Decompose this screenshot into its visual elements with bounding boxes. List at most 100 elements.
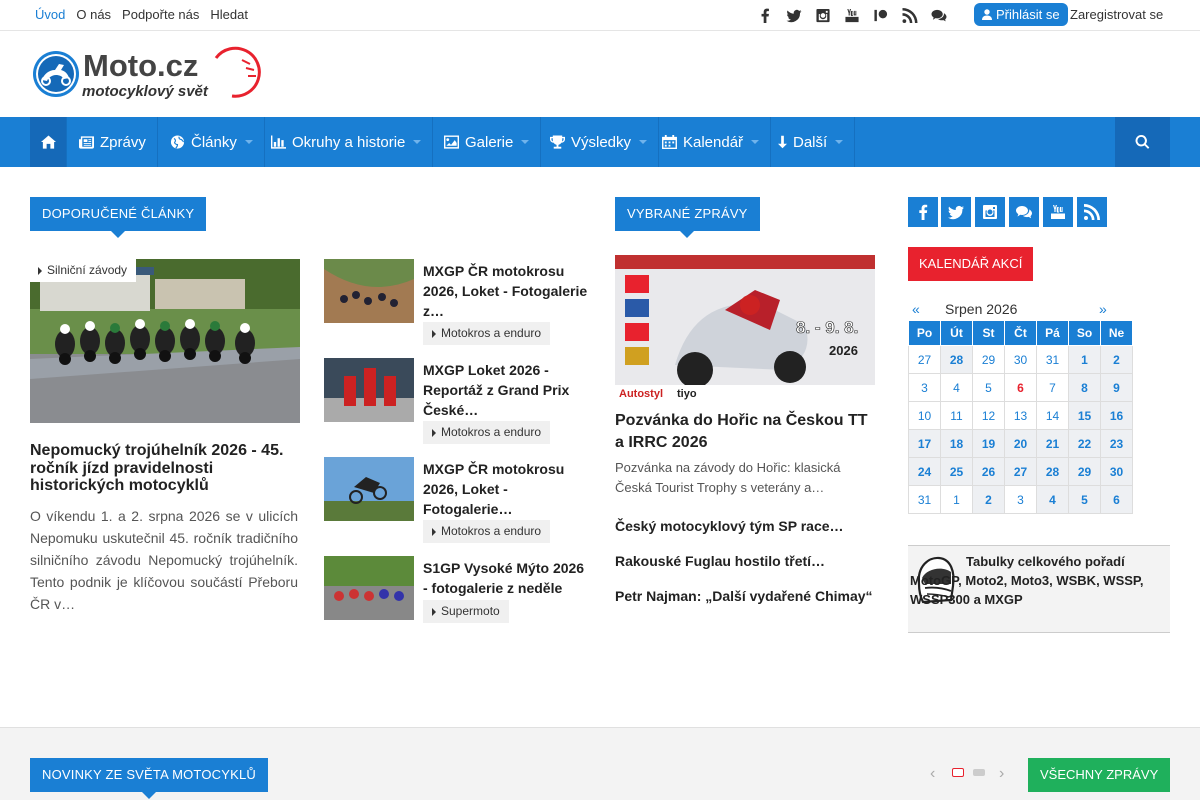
list-item[interactable]: MXGP Loket 2026 - Reportáž z Grand Prix … [324, 358, 586, 448]
sidebar-instagram-button[interactable] [975, 197, 1005, 227]
carousel-dot[interactable] [973, 769, 985, 776]
nav-item-articles[interactable]: Články [159, 117, 265, 167]
calendar-day[interactable]: 4 [940, 373, 973, 402]
calendar-day-event[interactable]: 23 [1100, 429, 1133, 458]
calendar-day-event[interactable]: 22 [1068, 429, 1101, 458]
calendar-day[interactable]: 27 [908, 345, 941, 374]
calendar-day[interactable]: 7 [1036, 373, 1069, 402]
sidebar-chat-button[interactable] [1009, 197, 1039, 227]
calendar-prev-button[interactable]: « [912, 301, 920, 317]
calendar-day[interactable]: 5 [972, 373, 1005, 402]
twitter-icon[interactable] [786, 8, 802, 23]
calendar-day-event[interactable]: 15 [1068, 401, 1101, 430]
calendar-day-event[interactable]: 20 [1004, 429, 1037, 458]
nav-item-news[interactable]: Zprávy [68, 117, 158, 167]
nav-item-more[interactable]: Další [767, 117, 856, 167]
article-thumbnail[interactable] [324, 457, 414, 521]
sidebar-facebook-button[interactable] [908, 197, 938, 227]
article-category[interactable]: Supermoto [423, 600, 509, 623]
all-news-button[interactable]: VŠECHNY ZPRÁVY [1028, 758, 1171, 792]
calendar-day-event[interactable]: 28 [940, 345, 973, 374]
instagram-icon[interactable] [815, 8, 831, 23]
calendar-day-event[interactable]: 5 [1068, 485, 1101, 514]
calendar-day-event[interactable]: 6 [1100, 485, 1133, 514]
calendar-day[interactable]: 10 [908, 401, 941, 430]
nav-search-button[interactable] [1115, 117, 1170, 167]
calendar-day-event[interactable]: 16 [1100, 401, 1133, 430]
nav-item-calendar[interactable]: Kalendář [651, 117, 772, 167]
calendar-day-event[interactable]: 28 [1036, 457, 1069, 486]
top-link-search[interactable]: Hledat [210, 7, 248, 22]
login-button[interactable]: Přihlásit se [974, 3, 1068, 26]
nav-item-results[interactable]: Výsledky [539, 117, 660, 167]
calendar-day[interactable]: 12 [972, 401, 1005, 430]
nav-item-tracks[interactable]: Okruhy a historie [260, 117, 434, 167]
nav-item-gallery[interactable]: Galerie [433, 117, 542, 167]
calendar-day-event[interactable]: 30 [1100, 457, 1133, 486]
news-link[interactable]: Petr Najman: „Další vydařené Chimay“ [615, 588, 873, 604]
list-item[interactable]: MXGP ČR motokrosu 2026, Loket - Fotogale… [324, 259, 587, 349]
calendar-next-button[interactable]: » [1099, 301, 1107, 317]
sidebar-rss-button[interactable] [1077, 197, 1107, 227]
calendar-day[interactable]: 3 [908, 373, 941, 402]
main-article-image[interactable] [30, 259, 300, 423]
calendar-day-event[interactable]: 21 [1036, 429, 1069, 458]
top-link-support[interactable]: Podpořte nás [122, 7, 199, 22]
calendar-day-event[interactable]: 18 [940, 429, 973, 458]
sidebar-youtube-button[interactable] [1043, 197, 1073, 227]
carousel-dot-active[interactable] [952, 768, 964, 777]
carousel-prev-button[interactable]: ‹ [930, 765, 935, 783]
calendar-day-event[interactable]: 4 [1036, 485, 1069, 514]
calendar-day-event[interactable]: 24 [908, 457, 941, 486]
article-thumbnail[interactable] [324, 556, 414, 620]
youtube-icon[interactable] [844, 8, 860, 23]
calendar-day[interactable]: 6 [1004, 373, 1037, 402]
calendar-day-event[interactable]: 17 [908, 429, 941, 458]
standings-box[interactable]: Tabulky celkového pořadí MotoGP, Moto2, … [908, 545, 1170, 633]
calendar-day-event[interactable]: 26 [972, 457, 1005, 486]
calendar-day[interactable]: 29 [972, 345, 1005, 374]
article-title[interactable]: MXGP Loket 2026 - Reportáž z Grand Prix … [423, 360, 591, 420]
article-thumbnail[interactable] [324, 358, 414, 422]
article-title[interactable]: MXGP ČR motokrosu 2026, Loket - Fotogale… [423, 459, 591, 519]
list-item[interactable]: MXGP ČR motokrosu 2026, Loket - Fotogale… [324, 457, 586, 547]
calendar-day[interactable]: 14 [1036, 401, 1069, 430]
calendar-day-event[interactable]: 25 [940, 457, 973, 486]
calendar-day-event[interactable]: 2 [1100, 345, 1133, 374]
article-category[interactable]: Motokros a enduro [423, 421, 551, 444]
list-item[interactable]: S1GP Vysoké Mýto 2026 - fotogalerie z ne… [324, 556, 586, 646]
nav-home[interactable] [30, 117, 67, 167]
calendar-day-event[interactable]: 29 [1068, 457, 1101, 486]
article-category[interactable]: Motokros a enduro [423, 322, 551, 345]
featured-news-image[interactable]: 8. - 9. 8. 2026 Autostyl tiyo [615, 255, 875, 400]
article-title[interactable]: MXGP ČR motokrosu 2026, Loket - Fotogale… [423, 261, 591, 321]
calendar-day[interactable]: 3 [1004, 485, 1037, 514]
top-link-about[interactable]: O nás [76, 7, 111, 22]
site-logo[interactable]: Moto.cz motocyklový svět [32, 46, 262, 102]
news-link[interactable]: Rakouské Fuglau hostilo třetí… [615, 553, 825, 569]
calendar-day[interactable]: 13 [1004, 401, 1037, 430]
calendar-day[interactable]: 11 [940, 401, 973, 430]
calendar-day-event[interactable]: 27 [1004, 457, 1037, 486]
main-article-title[interactable]: Nepomucký trojúhelník 2026 - 45. ročník … [30, 442, 298, 495]
main-article-category[interactable]: Silniční závody [30, 259, 137, 282]
rss-icon[interactable] [902, 8, 918, 23]
calendar-day[interactable]: 31 [1036, 345, 1069, 374]
sidebar-twitter-button[interactable] [941, 197, 971, 227]
register-link[interactable]: Zaregistrovat se [1070, 7, 1163, 22]
calendar-day[interactable]: 1 [940, 485, 973, 514]
calendar-day[interactable]: 30 [1004, 345, 1037, 374]
carousel-next-button[interactable]: › [999, 765, 1004, 783]
calendar-day-event[interactable]: 8 [1068, 373, 1101, 402]
calendar-day-event[interactable]: 9 [1100, 373, 1133, 402]
article-title[interactable]: S1GP Vysoké Mýto 2026 - fotogalerie z ne… [423, 558, 591, 598]
calendar-day-event[interactable]: 19 [972, 429, 1005, 458]
calendar-day[interactable]: 31 [908, 485, 941, 514]
chat-icon[interactable] [931, 8, 947, 23]
calendar-day-event[interactable]: 1 [1068, 345, 1101, 374]
facebook-icon[interactable] [757, 8, 773, 23]
news-link[interactable]: Český motocyklový tým SP race… [615, 518, 844, 534]
top-link-home[interactable]: Úvod [35, 7, 65, 22]
article-category[interactable]: Motokros a enduro [423, 520, 551, 543]
patreon-icon[interactable] [873, 8, 889, 23]
